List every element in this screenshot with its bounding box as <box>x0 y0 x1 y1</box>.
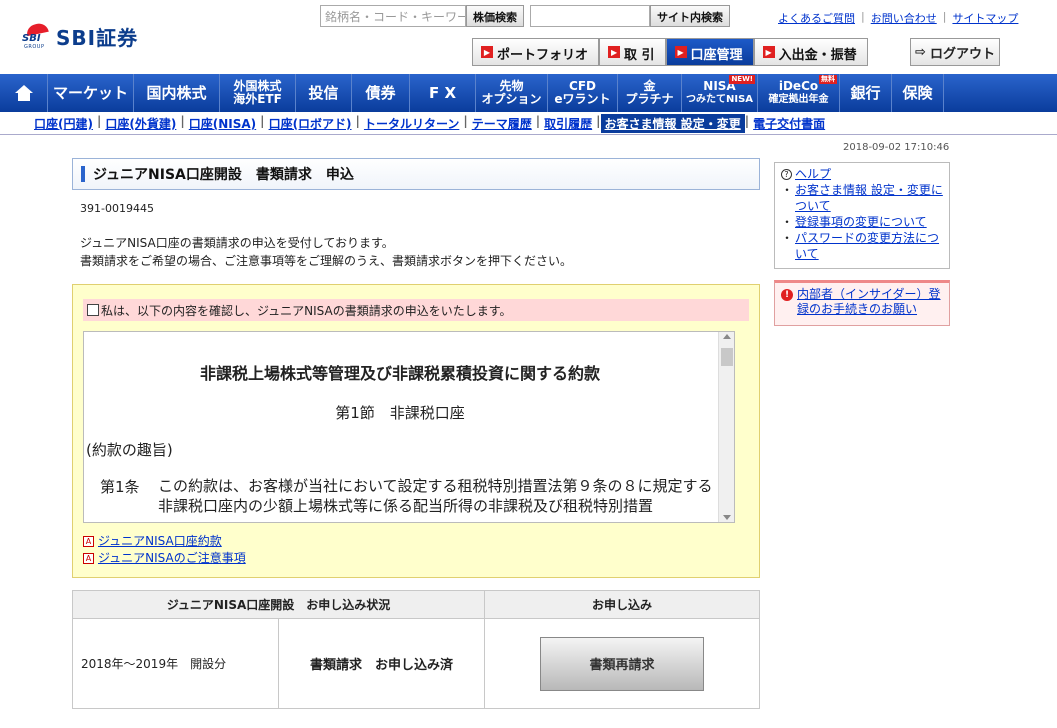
insider-notice: ! 内部者（インサイダー）登録のお手続きのお願い <box>774 280 950 326</box>
alert-icon: ! <box>781 289 793 301</box>
pdf-icon: A <box>83 553 94 564</box>
stock-search-input[interactable]: 銘柄名・コード・キーワード <box>320 5 466 27</box>
subnav-trade-history[interactable]: 取引履歴 <box>540 114 596 133</box>
nav-gold[interactable]: 金プラチナ <box>618 74 682 112</box>
help-item-customer-info[interactable]: お客さま情報 設定・変更について <box>795 182 943 214</box>
nav-nisa[interactable]: NEW! NISA つみたてNISA <box>682 74 758 112</box>
sbi-logo[interactable]: SBI GROUP SBI証券 <box>22 21 139 51</box>
subnav-customer-info[interactable]: お客さま情報 設定・変更 <box>600 114 745 133</box>
reference-number: 391-0019445 <box>80 202 154 215</box>
reapply-button[interactable]: 書類再請求 <box>540 636 704 691</box>
arrow-icon: ▶ <box>674 46 687 58</box>
logout-icon: ⇨ <box>915 44 926 60</box>
nav-foreign-stock[interactable]: 外国株式 海外ETF <box>220 74 296 112</box>
nav-insurance[interactable]: 保険 <box>892 74 944 112</box>
arrow-icon: ▶ <box>481 46 493 58</box>
nav-bonds[interactable]: 債券 <box>352 74 410 112</box>
nav-investment-trust[interactable]: 投信 <box>296 74 352 112</box>
nav-futures-options[interactable]: 先物 オプション <box>476 74 548 112</box>
status-header: ジュニアNISA口座開設 お申し込み状況 <box>72 590 485 619</box>
logout-button[interactable]: ⇨ ログアウト <box>910 38 1000 66</box>
page-title: ジュニアNISA口座開設 書類請求 申込 <box>93 167 354 183</box>
confirm-checkbox[interactable] <box>87 304 99 316</box>
subnav-account-nisa[interactable]: 口座(NISA) <box>185 114 260 133</box>
site-search-button[interactable]: サイト内検索 <box>650 5 730 27</box>
arrow-icon: ▶ <box>608 46 621 58</box>
table-row: 2018年～2019年 開設分 書類請求 お申し込み済 書類再請求 <box>72 618 760 709</box>
nav-market[interactable]: マーケット <box>48 74 134 112</box>
help-box: ? ヘルプ ・お客さま情報 設定・変更について ・登録事項の変更について ・パス… <box>774 162 950 269</box>
junior-nisa-terms-link[interactable]: ジュニアNISA口座約款 <box>98 533 222 550</box>
insider-registration-link[interactable]: 内部者（インサイダー）登録のお手続きのお願い <box>797 287 943 321</box>
nav-domestic-stock[interactable]: 国内株式 <box>134 74 220 112</box>
subnav-total-return[interactable]: トータルリターン <box>360 114 463 133</box>
nav-bank[interactable]: 銀行 <box>840 74 892 112</box>
status-table: ジュニアNISA口座開設 お申し込み状況 お申し込み 2018年～2019年 開… <box>72 590 760 709</box>
state-cell: 書類請求 お申し込み済 <box>278 618 485 709</box>
help-link[interactable]: ヘルプ <box>795 166 831 182</box>
deposit-transfer-button[interactable]: ▶ 入出金・振替 <box>753 38 868 66</box>
nav-ideco[interactable]: 無料 iDeCo 確定拠出年金 <box>758 74 840 112</box>
agreement-box: 私は、以下の内容を確認し、ジュニアNISAの書類請求の申込をいたします。 非課税… <box>72 284 760 578</box>
logo-text: SBI証券 <box>56 26 139 50</box>
sub-nav: 口座(円建) | 口座(外貨建) | 口座(NISA) | 口座(ロボアド) | トータ… <box>30 114 829 133</box>
trade-button[interactable]: ▶ 取 引 <box>599 38 666 66</box>
home-icon <box>14 85 33 101</box>
help-item-registration-change[interactable]: 登録事項の変更について <box>795 214 927 230</box>
sbi-logo-mark: SBI GROUP <box>22 21 50 50</box>
sitemap-link[interactable]: サイトマップ <box>952 10 1018 26</box>
pdf-links: A ジュニアNISA口座約款 A ジュニアNISAのご注意事項 <box>83 533 246 567</box>
subnav-account-robo[interactable]: 口座(ロボアド) <box>265 114 356 133</box>
help-icon: ? <box>781 168 792 180</box>
subnav-theme-history[interactable]: テーマ履歴 <box>468 114 536 133</box>
terms-section: 第1節 非課税口座 <box>335 404 465 422</box>
terms-scrollbar[interactable] <box>718 332 734 522</box>
function-buttons: ▶ ポートフォリオ ▶ 取 引 ▶ 口座管理 ▶ 入出金・振替 <box>472 38 868 66</box>
arrow-icon: ▶ <box>762 46 775 58</box>
nav-cfd[interactable]: CFD eワラント <box>548 74 618 112</box>
faq-link[interactable]: よくあるご質問 <box>778 10 855 26</box>
confirm-row[interactable]: 私は、以下の内容を確認し、ジュニアNISAの書類請求の申込をいたします。 <box>83 299 749 321</box>
subnav-account-foreign[interactable]: 口座(外貨建) <box>101 114 180 133</box>
scroll-down-icon[interactable] <box>723 515 731 520</box>
nav-home[interactable] <box>0 74 48 112</box>
scroll-up-icon[interactable] <box>723 334 731 339</box>
help-item-password-change[interactable]: パスワードの変更方法について <box>795 230 943 262</box>
stock-search-button[interactable]: 株価検索 <box>466 5 524 27</box>
portfolio-button[interactable]: ▶ ポートフォリオ <box>472 38 600 66</box>
terms-purpose: (約款の趣旨) <box>86 441 173 459</box>
terms-article: 第1条 この約款は、お客様が当社において設定する租税特別措置法第９条の８に規定す… <box>100 477 713 515</box>
pdf-icon: A <box>83 536 94 547</box>
main-nav: マーケット 国内株式 外国株式 海外ETF 投信 債券 F X 先物 オプション C… <box>0 74 1057 112</box>
contact-link[interactable]: お問い合わせ <box>871 10 937 26</box>
period-cell: 2018年～2019年 開設分 <box>72 618 279 709</box>
timestamp: 2018-09-02 17:10:46 <box>843 142 950 153</box>
account-management-button[interactable]: ▶ 口座管理 <box>665 38 754 66</box>
terms-scroll-area[interactable]: 非課税上場株式等管理及び非課税累積投資に関する約款 第1節 非課税口座 (約款の… <box>83 331 735 523</box>
terms-title: 非課税上場株式等管理及び非課税累積投資に関する約款 <box>199 364 600 383</box>
intro-text: ジュニアNISA口座の書類請求の申込を受付しております。 書類請求をご希望の場合… <box>80 236 573 268</box>
apply-cell: 書類再請求 <box>484 618 760 709</box>
scroll-thumb[interactable] <box>721 348 733 366</box>
apply-header: お申し込み <box>484 590 760 619</box>
confirm-label: 私は、以下の内容を確認し、ジュニアNISAの書類請求の申込をいたします。 <box>101 303 512 318</box>
subnav-e-delivery[interactable]: 電子交付書面 <box>749 114 829 133</box>
subnav-account-yen[interactable]: 口座(円建) <box>30 114 97 133</box>
page-title-box: ジュニアNISA口座開設 書類請求 申込 <box>72 158 760 190</box>
top-links: よくあるご質問 | お問い合わせ | サイトマップ <box>778 10 1019 26</box>
search-row: 銘柄名・コード・キーワード 株価検索 サイト内検索 <box>320 5 730 27</box>
junior-nisa-notes-link[interactable]: ジュニアNISAのご注意事項 <box>98 550 246 567</box>
site-search-input[interactable] <box>530 5 650 27</box>
nav-fx[interactable]: F X <box>410 74 476 112</box>
